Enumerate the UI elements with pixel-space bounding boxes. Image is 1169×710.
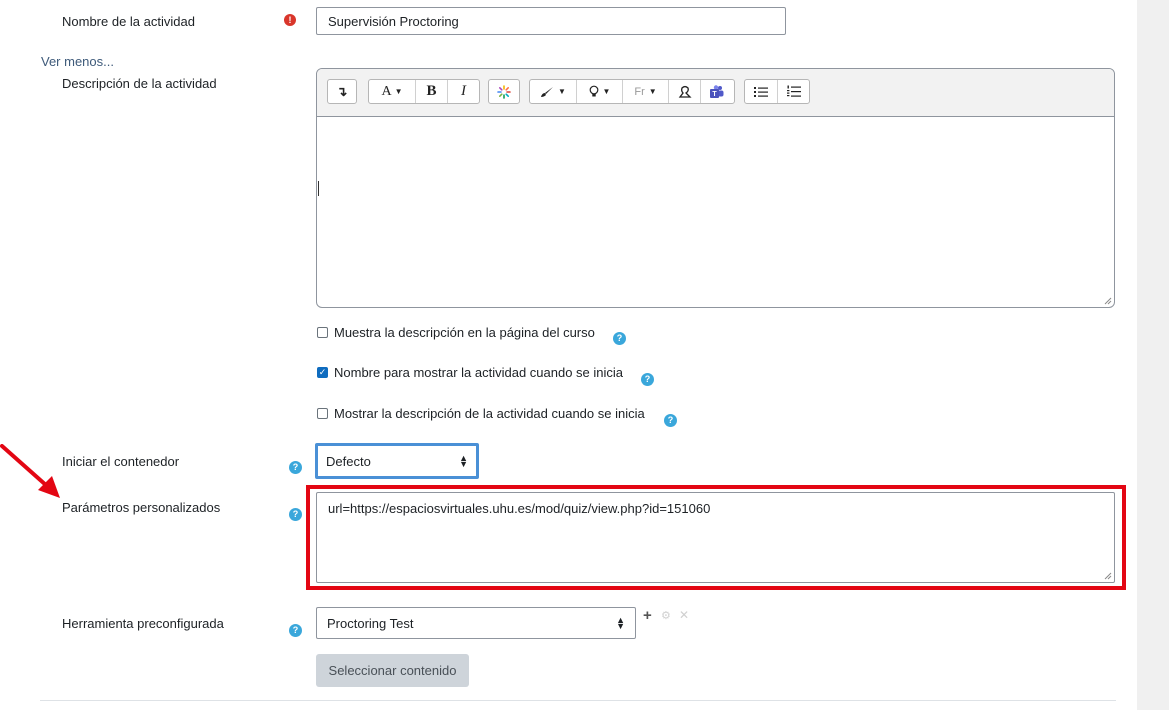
display-name-checkbox[interactable]: ✓: [317, 367, 328, 378]
sparkle-icon[interactable]: [489, 80, 519, 103]
preconfigured-tool-value: Proctoring Test: [327, 615, 414, 631]
text-cursor: [318, 181, 319, 196]
rich-text-editor: ↴ A ▼ B I ▼ ▼ Fr ▼ T: [316, 68, 1115, 308]
activity-name-input[interactable]: [316, 7, 786, 35]
toolbar-group-tools: ▼ ▼ Fr ▼ T: [529, 79, 735, 104]
editor-content-area[interactable]: [317, 117, 1114, 307]
font-family-icon[interactable]: Fr ▼: [622, 80, 668, 103]
brush-icon[interactable]: ▼: [530, 80, 576, 103]
undo-arrow-icon[interactable]: ↴: [328, 80, 356, 103]
checkbox-row-show-activity-description[interactable]: Mostrar la descripción de la actividad c…: [317, 406, 645, 421]
help-icon[interactable]: ?: [289, 624, 302, 637]
font-size-icon[interactable]: A ▼: [369, 80, 415, 103]
help-icon[interactable]: ?: [289, 461, 302, 474]
toolbar-group-media: [488, 79, 520, 104]
show-activity-description-checkbox[interactable]: [317, 408, 328, 419]
help-icon[interactable]: ?: [613, 332, 626, 345]
show-activity-description-label: Mostrar la descripción de la actividad c…: [334, 406, 645, 421]
divider: [40, 700, 1116, 701]
gear-icon[interactable]: ⚙: [661, 609, 671, 622]
stamp-icon[interactable]: [668, 80, 700, 103]
help-icon[interactable]: ?: [664, 414, 677, 427]
toolbar-group-text: A ▼ B I: [368, 79, 480, 104]
italic-icon[interactable]: I: [447, 80, 479, 103]
activity-name-label: Nombre de la actividad: [62, 14, 195, 29]
toolbar-group-collapse: ↴: [327, 79, 357, 104]
select-arrows-icon: ▲ ▼: [616, 615, 625, 631]
preconfigured-tool-label: Herramienta preconfigurada: [62, 616, 224, 631]
launch-container-select[interactable]: Defecto ▲ ▼: [315, 443, 479, 479]
toolbar-group-lists: [744, 79, 810, 104]
help-icon[interactable]: ?: [641, 373, 654, 386]
svg-text:T: T: [712, 91, 717, 98]
show-less-link[interactable]: Ver menos...: [41, 54, 114, 69]
select-arrows-icon: ▲ ▼: [459, 453, 468, 469]
teams-icon[interactable]: T: [700, 80, 732, 103]
help-icon[interactable]: ?: [289, 508, 302, 521]
add-tool-icon[interactable]: +: [643, 607, 652, 624]
highlight-box: [306, 485, 1126, 590]
numbered-list-icon[interactable]: [777, 80, 809, 103]
checkbox-row-display-name[interactable]: ✓ Nombre para mostrar la actividad cuand…: [317, 365, 623, 380]
custom-parameters-label: Parámetros personalizados: [62, 500, 221, 515]
editor-toolbar: ↴ A ▼ B I ▼ ▼ Fr ▼ T: [317, 69, 1114, 117]
lightbulb-icon[interactable]: ▼: [576, 80, 622, 103]
description-label: Descripción de la actividad: [62, 76, 217, 91]
bold-icon[interactable]: B: [415, 80, 447, 103]
display-name-label: Nombre para mostrar la actividad cuando …: [334, 365, 624, 380]
close-icon[interactable]: ✕: [679, 608, 689, 622]
show-description-checkbox[interactable]: [317, 327, 328, 338]
launch-container-label: Iniciar el contenedor: [62, 454, 180, 469]
resize-handle-icon[interactable]: [1104, 297, 1112, 305]
show-description-label: Muestra la descripción en la página del …: [334, 325, 595, 340]
annotation-arrow-icon: [0, 444, 60, 498]
bullet-list-icon[interactable]: [745, 80, 777, 103]
preconfigured-tool-select[interactable]: Proctoring Test ▲ ▼: [316, 607, 636, 639]
side-panel: [1137, 0, 1169, 710]
required-icon: !: [284, 14, 296, 26]
launch-container-value: Defecto: [326, 453, 371, 469]
checkbox-row-show-description[interactable]: Muestra la descripción en la página del …: [317, 325, 595, 340]
select-content-button[interactable]: Seleccionar contenido: [316, 654, 469, 687]
